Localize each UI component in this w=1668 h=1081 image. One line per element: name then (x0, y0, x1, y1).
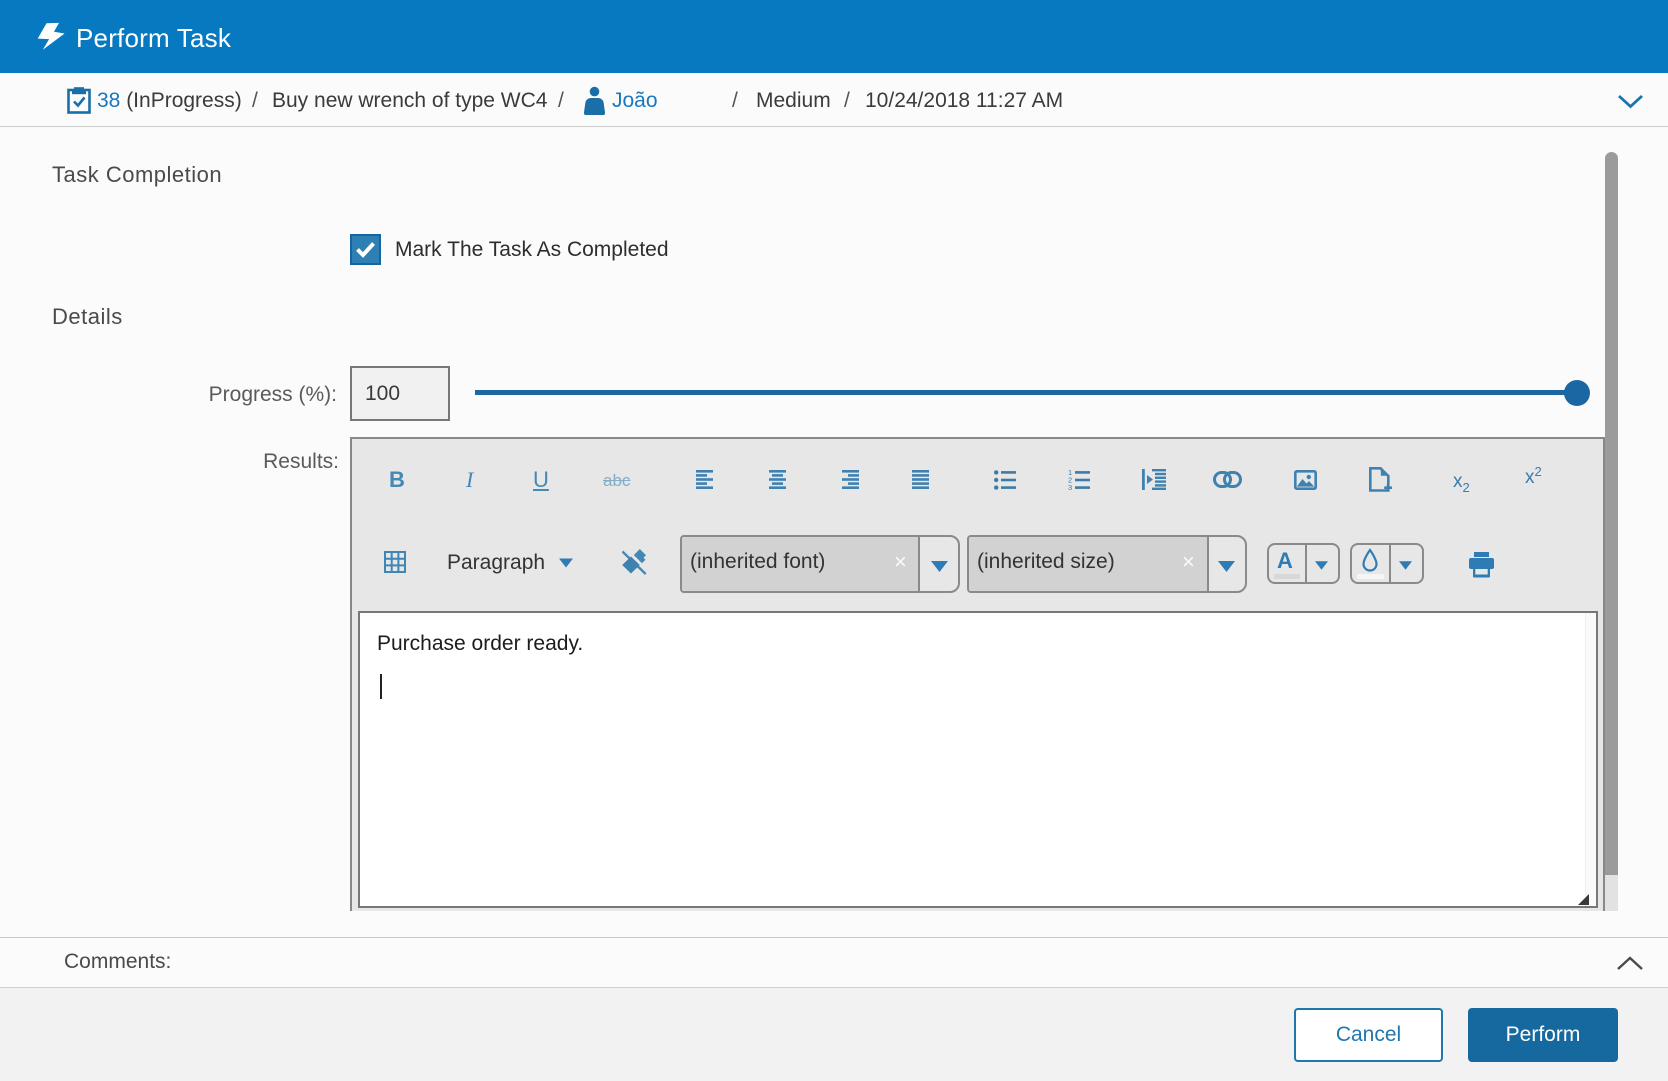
svg-text:3: 3 (1068, 483, 1072, 491)
